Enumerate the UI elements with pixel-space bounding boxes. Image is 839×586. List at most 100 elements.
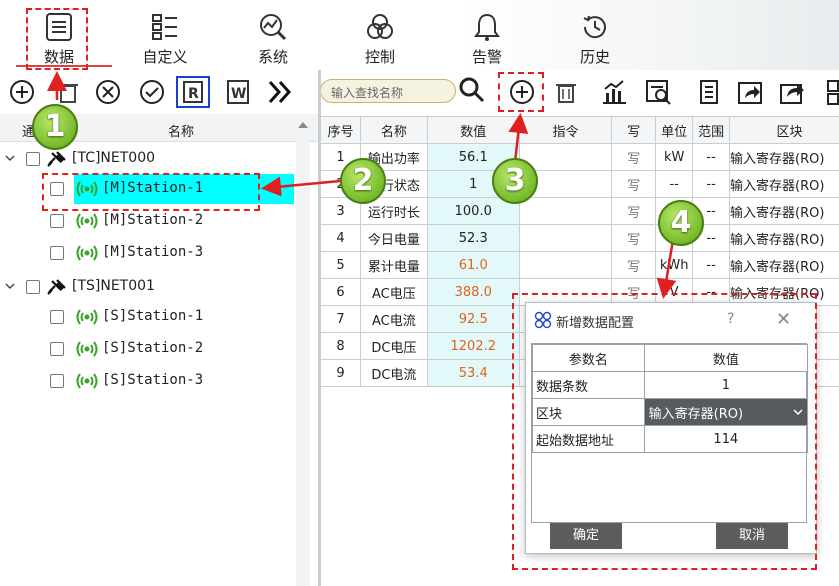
nav-label: 控制	[364, 48, 395, 66]
col-header-no[interactable]: 序号	[320, 116, 361, 144]
tree-node-station[interactable]: [S]Station-3	[0, 366, 296, 396]
nav-label: 历史	[579, 48, 610, 66]
custom-list-icon	[152, 14, 177, 40]
cell-value: 52.3	[426, 224, 520, 252]
tree-checkbox[interactable]	[50, 342, 64, 356]
nav-item-custom[interactable]: 自定义	[120, 0, 210, 70]
table-row[interactable]: 2运行状态1写----输入寄存器(RO)	[320, 170, 839, 198]
cell-write[interactable]: 写	[611, 170, 657, 198]
tree-node-station[interactable]: [M]Station-1	[0, 174, 296, 204]
cell-name: AC电流	[359, 305, 428, 333]
tree-node-station[interactable]: [S]Station-1	[0, 302, 296, 332]
help-icon[interactable]: ?	[727, 311, 734, 327]
record-count-field[interactable]: 1	[643, 371, 809, 399]
cancel-icon[interactable]	[94, 78, 122, 106]
cell-cmd[interactable]	[518, 251, 613, 279]
ok-button[interactable]: 确定	[550, 523, 622, 549]
add-icon[interactable]	[508, 78, 536, 106]
export-icon[interactable]	[778, 78, 806, 106]
table-row[interactable]: 5 累计电量 61.0 写 kWh -- 输入寄存器(RO)	[320, 251, 839, 279]
search-icon[interactable]	[458, 76, 486, 104]
cell-block: 输入寄存器(RO)	[729, 224, 839, 252]
svg-text:R: R	[188, 86, 199, 102]
nav-item-system[interactable]: 系统	[228, 0, 318, 70]
dialog-col-value: 数值	[643, 344, 809, 372]
tree-checkbox[interactable]	[50, 246, 64, 260]
signal-broadcast-icon	[76, 245, 98, 261]
chevron-down-icon[interactable]	[793, 408, 803, 416]
tree-scrollbar[interactable]	[296, 114, 310, 586]
cancel-button[interactable]: 取消	[716, 523, 788, 549]
nav-item-data[interactable]: 数据	[14, 0, 104, 70]
cell-write[interactable]: 写	[611, 251, 657, 279]
tree-checkbox[interactable]	[50, 214, 64, 228]
bell-icon	[474, 13, 500, 41]
param-name: 区块	[532, 398, 645, 426]
dialog-col-param: 参数名	[532, 344, 645, 372]
col-header-unit[interactable]: 单位	[655, 116, 694, 144]
tree-checkbox[interactable]	[50, 374, 64, 388]
start-address-field[interactable]: 114	[643, 425, 809, 453]
dialog-param-table: 参数名 数值 数据条数 1 区块 输入寄存器(RO) 起始数据地址 114	[531, 343, 809, 523]
tree-node-station[interactable]: [M]Station-3	[0, 238, 296, 268]
dialog-app-icon	[534, 311, 552, 329]
col-header-block[interactable]: 区块	[729, 116, 839, 144]
col-header-cmd[interactable]: 指令	[518, 116, 613, 144]
tree-checkbox[interactable]	[26, 152, 40, 166]
nav-item-alarm[interactable]: 告警	[442, 0, 532, 70]
table-row[interactable]: 1 输出功率 56.1 写 kW -- 输入寄存器(RO)	[320, 143, 839, 171]
cell-range: --	[692, 251, 731, 279]
cell-write[interactable]: 写	[611, 197, 657, 225]
nav-item-history[interactable]: 历史	[550, 0, 640, 70]
cell-write[interactable]: 写	[611, 143, 657, 171]
close-icon[interactable]: ✕	[776, 309, 791, 330]
confirm-icon[interactable]	[138, 78, 166, 106]
chart-icon[interactable]	[600, 78, 628, 106]
callout-badge-4: 4	[658, 200, 704, 246]
chevron-down-icon[interactable]	[4, 152, 16, 164]
tree-checkbox[interactable]	[50, 182, 64, 196]
cell-no: 6	[320, 278, 361, 306]
signal-broadcast-icon	[76, 181, 98, 197]
callout-badge-2: 2	[340, 158, 386, 204]
signal-broadcast-icon	[76, 341, 98, 357]
cell-cmd[interactable]	[518, 224, 613, 252]
table-row[interactable]: 4 今日电量 52.3 写 -- 输入寄存器(RO)	[320, 224, 839, 252]
cell-name: DC电压	[359, 332, 428, 360]
delete-icon[interactable]	[552, 78, 580, 106]
read-R-icon[interactable]: R	[176, 76, 210, 108]
tree-checkbox[interactable]	[50, 310, 64, 324]
col-header-name[interactable]: 名称	[359, 116, 428, 144]
tree-node-net[interactable]: [TC]NET000	[0, 144, 296, 174]
more-chevrons-icon[interactable]	[266, 78, 294, 106]
add-icon[interactable]	[8, 78, 36, 106]
signal-broadcast-icon	[76, 373, 98, 389]
tree-checkbox[interactable]	[26, 280, 40, 294]
table-row[interactable]: 3运行时长100.0写h--输入寄存器(RO)	[320, 197, 839, 225]
nav-item-control[interactable]: 控制	[335, 0, 425, 70]
write-W-icon[interactable]: W	[224, 78, 252, 106]
forward-icon[interactable]	[736, 78, 764, 106]
callout-badge-1: 1	[32, 104, 78, 150]
document-list-icon	[46, 13, 72, 41]
cell-unit: kWh	[655, 251, 694, 279]
search-input[interactable]: 输入查找名称	[320, 79, 456, 103]
tree-node-station[interactable]: [S]Station-2	[0, 334, 296, 364]
scroll-up-arrow-icon[interactable]	[298, 122, 308, 128]
cell-cmd[interactable]	[518, 197, 613, 225]
block-select[interactable]: 输入寄存器(RO)	[643, 398, 809, 426]
col-header-range[interactable]: 范围	[692, 116, 731, 144]
layout-icon[interactable]	[825, 78, 839, 106]
tree-node-label: [TC]NET000	[72, 150, 156, 166]
inspect-icon[interactable]	[644, 78, 672, 106]
cell-write[interactable]: 写	[611, 224, 657, 252]
chevron-down-icon[interactable]	[4, 280, 16, 292]
cell-block: 输入寄存器(RO)	[729, 143, 839, 171]
tree-node-net[interactable]: [TS]NET001	[0, 272, 296, 302]
copy-doc-icon[interactable]	[694, 78, 722, 106]
delete-icon[interactable]	[54, 78, 82, 106]
col-header-write[interactable]: 写	[611, 116, 657, 144]
cell-name: AC电压	[359, 278, 428, 306]
col-header-value[interactable]: 数值	[426, 116, 520, 144]
tree-node-station[interactable]: [M]Station-2	[0, 206, 296, 236]
